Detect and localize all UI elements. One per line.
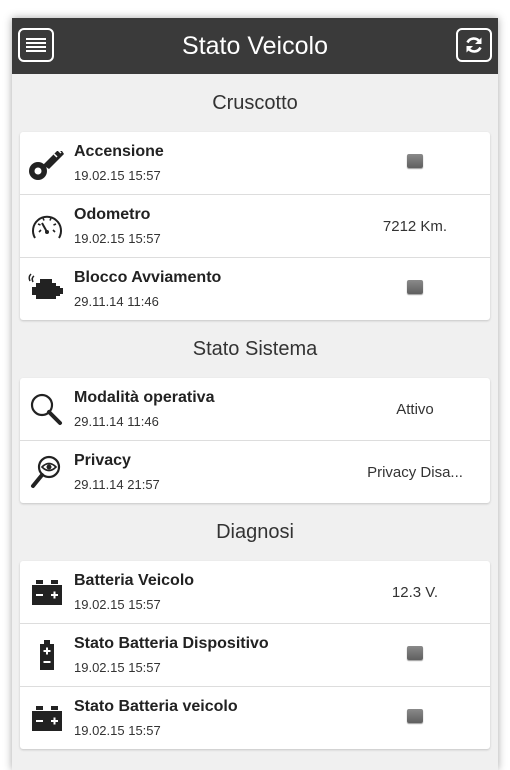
status-indicator-icon <box>407 280 423 294</box>
row-title: Odometro <box>74 206 151 223</box>
row-title: Stato Batteria Dispositivo <box>74 635 269 652</box>
status-row-1-0[interactable]: Modalità operativa 29.11.14 11:46 Attivo <box>20 378 490 441</box>
row-value: Privacy Disa... <box>367 463 463 481</box>
content-area: Cruscotto Accensione 19.02.15 15:57 Odom… <box>12 74 498 749</box>
refresh-icon <box>466 37 482 53</box>
row-timestamp: 29.11.14 11:46 <box>74 414 159 429</box>
speedometer-icon <box>20 195 74 257</box>
row-timestamp: 19.02.15 15:57 <box>74 660 161 675</box>
status-row-1-1[interactable]: Privacy 29.11.14 21:57 Privacy Disa... <box>20 441 490 503</box>
row-title: Batteria Veicolo <box>74 572 195 589</box>
row-title: Accensione <box>74 143 164 160</box>
eye-magnifier-icon <box>20 441 74 503</box>
status-indicator <box>340 280 490 298</box>
status-row-2-1[interactable]: Stato Batteria Dispositivo 19.02.15 15:5… <box>20 624 490 687</box>
section-title: Stato Sistema <box>192 337 318 360</box>
section-1: Stato Sistema Modalità operativa 29.11.1… <box>12 320 498 503</box>
row-timestamp: 19.02.15 15:57 <box>74 723 161 738</box>
hamburger-menu-icon <box>26 38 46 52</box>
menu-button[interactable] <box>18 28 54 62</box>
row-value: 12.3 V. <box>391 583 439 601</box>
status-row-2-2[interactable]: Stato Batteria veicolo 19.02.15 15:57 <box>20 687 490 749</box>
magnifier-icon <box>20 378 74 440</box>
status-row-0-1[interactable]: Odometro 19.02.15 15:57 7212 Km. <box>20 195 490 258</box>
section-card: Accensione 19.02.15 15:57 Odometro 19.02… <box>20 132 490 320</box>
section-0: Cruscotto Accensione 19.02.15 15:57 Odom… <box>12 74 498 320</box>
app-header: Stato Veicolo <box>12 18 498 74</box>
section-title: Diagnosi <box>216 520 294 543</box>
row-timestamp: 29.11.14 11:46 <box>74 294 159 309</box>
status-indicator-icon <box>407 154 423 168</box>
row-title: Blocco Avviamento <box>74 269 222 286</box>
page-title: Stato Veicolo <box>182 31 328 60</box>
row-timestamp: 19.02.15 15:57 <box>74 597 161 612</box>
status-indicator-icon <box>407 646 423 660</box>
key-icon <box>20 132 74 194</box>
section-title: Cruscotto <box>212 91 298 114</box>
status-indicator-icon <box>407 709 423 723</box>
row-timestamp: 19.02.15 15:57 <box>74 231 161 246</box>
status-indicator <box>340 709 490 727</box>
engine-icon <box>20 258 74 320</box>
row-value: Attivo <box>396 400 434 418</box>
car-battery-icon <box>20 561 74 623</box>
status-row-0-0[interactable]: Accensione 19.02.15 15:57 <box>20 132 490 195</box>
section-card: Batteria Veicolo 19.02.15 15:57 12.3 V. … <box>20 561 490 749</box>
car-battery-icon <box>20 687 74 749</box>
row-value: 7212 Km. <box>382 217 448 235</box>
section-card: Modalità operativa 29.11.14 11:46 Attivo… <box>20 378 490 503</box>
status-row-0-2[interactable]: Blocco Avviamento 29.11.14 11:46 <box>20 258 490 320</box>
section-2: Diagnosi Batteria Veicolo 19.02.15 15:57… <box>12 503 498 749</box>
status-indicator <box>340 154 490 172</box>
device-battery-icon <box>20 624 74 686</box>
row-timestamp: 19.02.15 15:57 <box>74 168 161 183</box>
refresh-button[interactable] <box>456 28 492 62</box>
row-timestamp: 29.11.14 21:57 <box>74 477 160 492</box>
app-window: Stato Veicolo Cruscotto Accensione 19.02… <box>12 18 498 770</box>
status-indicator <box>340 646 490 664</box>
row-title: Stato Batteria veicolo <box>74 698 238 715</box>
row-title: Modalità operativa <box>74 389 215 406</box>
status-row-2-0[interactable]: Batteria Veicolo 19.02.15 15:57 12.3 V. <box>20 561 490 624</box>
row-title: Privacy <box>74 452 131 469</box>
